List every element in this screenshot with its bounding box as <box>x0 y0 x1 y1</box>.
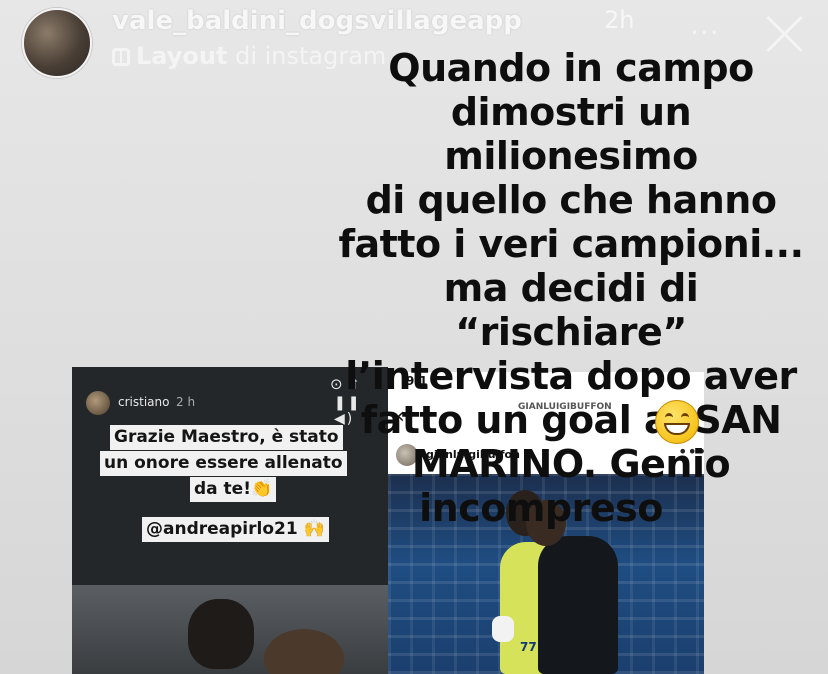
message-line-1: Grazie Maestro, è stato <box>110 425 343 450</box>
cristiano-timestamp: 2 h <box>176 395 196 409</box>
caption-line-9: incompreso <box>419 486 663 530</box>
message-line-3: da te!👏 <box>190 477 277 502</box>
layout-label: Layout <box>136 42 228 70</box>
cristiano-username: cristiano <box>118 395 170 409</box>
story-caption: Quando in campo dimostri un milionesimo … <box>328 46 814 530</box>
goalkeeper-glove <box>492 616 514 642</box>
story-username[interactable]: vale_baldini_dogsvillageapp <box>112 6 522 36</box>
caption-line-2: dimostri un milionesimo <box>444 90 698 178</box>
grinning-face-icon <box>655 400 699 444</box>
avatar[interactable] <box>22 8 92 78</box>
coach-jacket <box>538 536 618 674</box>
more-options-button[interactable]: ... <box>690 8 720 41</box>
emoji-eye-icon <box>665 413 673 422</box>
mention-tag: @andreapirlo21 🙌 <box>142 517 329 542</box>
caption-line-3: di quello che hanno <box>365 178 777 222</box>
cristiano-avatar <box>86 391 110 415</box>
caption-line-7: fatto un goal al SAN <box>360 398 782 442</box>
message-line-2: un onore essere allenato <box>100 451 347 476</box>
emoji-mouth-icon <box>664 423 690 435</box>
caption-line-8: MARINO. Genio <box>411 442 731 486</box>
player-head <box>188 599 254 669</box>
caption-line-6: l’intervista dopo aver <box>345 354 797 398</box>
emoji-eye-icon <box>681 413 689 422</box>
caption-line-4: fatto i veri campioni... <box>338 222 804 266</box>
jersey-number: 77 <box>520 640 537 654</box>
caption-line-1: Quando in campo <box>388 46 754 90</box>
story-timestamp: 2h <box>604 6 635 34</box>
caption-line-5: ma decidi di “rischiare” <box>443 266 699 354</box>
layout-icon <box>112 48 130 66</box>
